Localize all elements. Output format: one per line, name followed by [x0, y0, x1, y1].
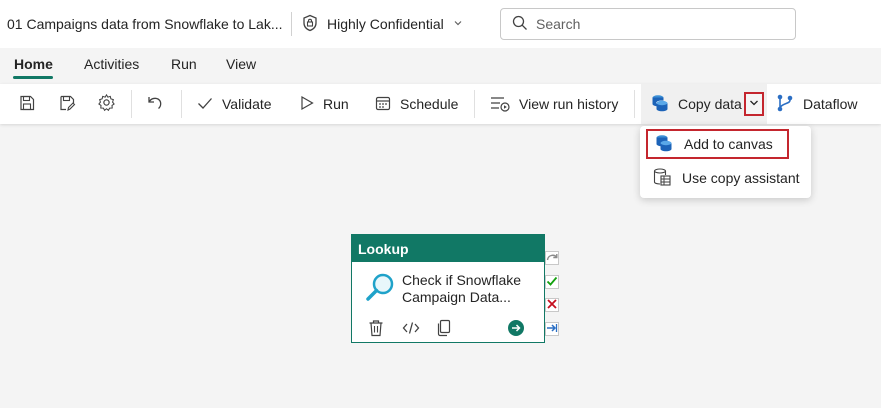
go-arrow-icon[interactable] [507, 319, 525, 340]
close-icon [546, 297, 558, 313]
lookup-magnifier-icon [364, 272, 396, 307]
chevron-down-icon [452, 16, 464, 32]
settings-button[interactable] [97, 84, 116, 124]
active-tab-indicator [13, 76, 53, 79]
skip-arrow-icon [546, 250, 558, 266]
on-skip-connector[interactable] [545, 251, 559, 265]
on-completion-connector[interactable] [545, 322, 559, 336]
dataflow-label: Dataflow [803, 96, 858, 112]
lock-shield-icon [301, 14, 319, 35]
sensitivity-label-dropdown[interactable]: Highly Confidential [301, 13, 464, 35]
add-to-canvas-menu-item[interactable]: Add to canvas [646, 129, 789, 159]
checkmark-icon [546, 274, 558, 290]
ribbon-tabs: Home Activities Run View [0, 48, 881, 82]
play-icon [299, 95, 315, 114]
schedule-button[interactable]: Schedule [374, 84, 458, 124]
schedule-label: Schedule [400, 96, 459, 112]
activity-description: Check if Snowflake Campaign Data... [402, 272, 522, 305]
tab-view[interactable]: View [226, 56, 256, 72]
copy-data-menu: Add to canvas Use copy assistant [640, 126, 811, 198]
view-run-history-button[interactable]: View run history [489, 84, 618, 124]
calendar-icon [374, 94, 392, 115]
checkmark-icon [196, 94, 214, 115]
sensitivity-label-text: Highly Confidential [327, 16, 444, 32]
save-as-icon [58, 94, 76, 115]
view-run-history-label: View run history [519, 96, 619, 112]
chevron-down-icon [748, 96, 760, 112]
activity-actions [352, 319, 544, 341]
save-as-button[interactable] [58, 84, 76, 124]
copy-data-dropdown-toggle[interactable] [744, 92, 764, 116]
title-bar: 01 Campaigns data from Snowflake to Lak.… [0, 0, 881, 48]
delete-icon[interactable] [368, 319, 384, 340]
on-success-connector[interactable] [545, 275, 559, 289]
pipeline-title[interactable]: 01 Campaigns data from Snowflake to Lak.… [7, 16, 282, 32]
undo-button[interactable] [146, 84, 164, 124]
search-input[interactable] [536, 16, 776, 32]
validate-label: Validate [222, 96, 272, 112]
copy-icon[interactable] [436, 319, 452, 340]
use-copy-assistant-menu-item[interactable]: Use copy assistant [646, 163, 800, 193]
activity-type-label: Lookup [352, 235, 544, 262]
toolbar-divider [181, 90, 182, 118]
tab-home[interactable]: Home [14, 56, 53, 72]
ribbon-toolbar: Validate Run Schedule View run history C… [0, 84, 881, 124]
search-box[interactable] [500, 8, 796, 40]
save-icon [18, 94, 36, 115]
run-label: Run [323, 96, 349, 112]
toolbar-divider [474, 90, 475, 118]
copy-data-label: Copy data [678, 96, 742, 112]
run-button[interactable]: Run [299, 84, 349, 124]
menu-item-label: Add to canvas [684, 136, 773, 152]
code-icon[interactable] [402, 319, 420, 340]
title-divider [291, 12, 292, 36]
dataflow-button[interactable]: Dataflow [775, 84, 857, 124]
search-icon [512, 15, 528, 34]
tab-run[interactable]: Run [171, 56, 197, 72]
validate-button[interactable]: Validate [196, 84, 272, 124]
toolbar-divider [634, 90, 635, 118]
run-history-icon [489, 94, 511, 115]
toolbar-divider [131, 90, 132, 118]
menu-item-label: Use copy assistant [682, 170, 800, 186]
dataflow-icon [775, 93, 795, 116]
save-button[interactable] [18, 84, 36, 124]
gear-icon [97, 93, 116, 115]
tab-activities[interactable]: Activities [84, 56, 139, 72]
copy-data-icon [654, 133, 674, 156]
on-failure-connector[interactable] [545, 298, 559, 312]
arrow-right-icon [546, 321, 558, 337]
copy-data-icon [650, 93, 670, 116]
lookup-activity-card[interactable]: Lookup Check if Snowflake Campaign Data.… [351, 234, 545, 343]
undo-icon [146, 94, 164, 115]
copy-assistant-icon [652, 167, 672, 190]
copy-data-button[interactable]: Copy data [650, 84, 742, 124]
